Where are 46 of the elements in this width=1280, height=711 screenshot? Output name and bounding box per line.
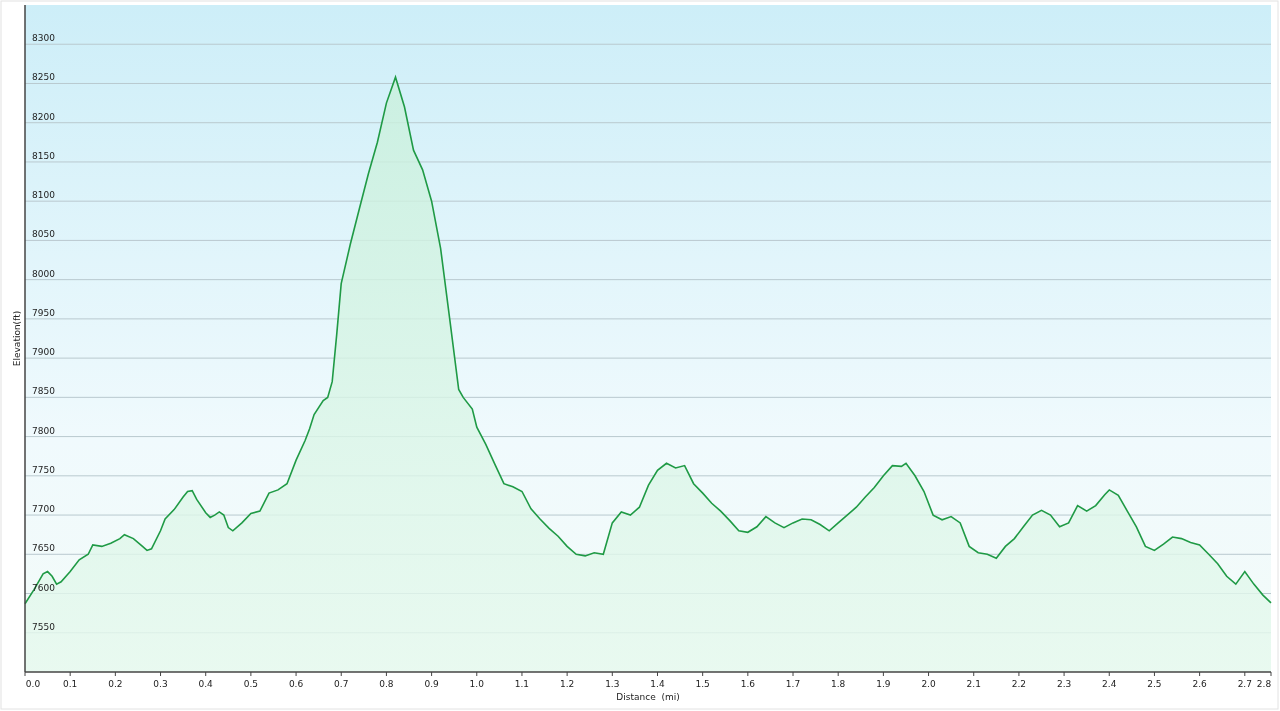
y-tick-label: 7800 xyxy=(32,425,55,436)
x-tick-label: 0.4 xyxy=(198,679,213,689)
y-axis-title: Elevation(ft) xyxy=(12,310,22,367)
x-tick-label: 0.1 xyxy=(63,679,78,689)
x-tick-label: 0.7 xyxy=(334,679,349,689)
x-tick-label: 0.5 xyxy=(243,679,259,689)
y-tick-label: 8250 xyxy=(32,72,55,83)
x-tick-label: 0.0 xyxy=(25,679,41,689)
x-tick-label: 1.8 xyxy=(831,679,846,689)
y-tick-label: 8100 xyxy=(32,190,55,201)
x-tick-label: 1.3 xyxy=(605,679,620,689)
x-tick-label: 2.6 xyxy=(1192,679,1207,689)
x-tick-label: 1.1 xyxy=(514,679,530,689)
y-tick-label: 7750 xyxy=(32,464,55,475)
y-tick-label: 8050 xyxy=(32,229,55,240)
x-tick-label: 1.6 xyxy=(740,679,755,689)
x-tick-label: 0.8 xyxy=(379,679,394,689)
y-tick-label: 7650 xyxy=(32,543,55,554)
x-tick-label: 2.2 xyxy=(1011,679,1027,689)
y-tick-label: 7550 xyxy=(32,621,55,632)
x-tick-label: 1.2 xyxy=(559,679,575,689)
x-tick-label: 2.7 xyxy=(1237,679,1252,689)
y-tick-label: 7700 xyxy=(32,504,55,515)
x-tick-label: 1.0 xyxy=(469,679,484,689)
x-tick-label: 2.4 xyxy=(1102,679,1117,689)
x-tick-label: 2.8 xyxy=(1256,679,1272,689)
y-tick-label: 7850 xyxy=(32,386,55,397)
x-axis-title: Distance (mi) xyxy=(616,692,680,702)
x-tick-label: 0.6 xyxy=(288,679,304,689)
x-tick-label: 0.9 xyxy=(424,679,439,689)
x-tick-label: 0.2 xyxy=(108,679,123,689)
x-tick-label: 0.3 xyxy=(153,679,168,689)
y-tick-label: 7900 xyxy=(32,347,55,358)
x-tick-label: 1.5 xyxy=(695,679,710,689)
x-tick-label: 1.4 xyxy=(650,679,665,689)
x-tick-label: 1.7 xyxy=(785,679,801,689)
y-tick-label: 8300 xyxy=(32,33,55,44)
x-tick-label: 2.3 xyxy=(1056,679,1072,689)
x-tick-label: 2.0 xyxy=(921,679,936,689)
x-tick-label: 1.9 xyxy=(876,679,891,689)
x-tick-label: 2.5 xyxy=(1147,679,1162,689)
y-tick-label: 8200 xyxy=(32,111,55,122)
y-tick-label: 7950 xyxy=(32,307,55,318)
y-tick-label: 8150 xyxy=(32,150,55,161)
y-tick-label: 8000 xyxy=(32,268,55,279)
x-tick-label: 2.1 xyxy=(966,679,981,689)
